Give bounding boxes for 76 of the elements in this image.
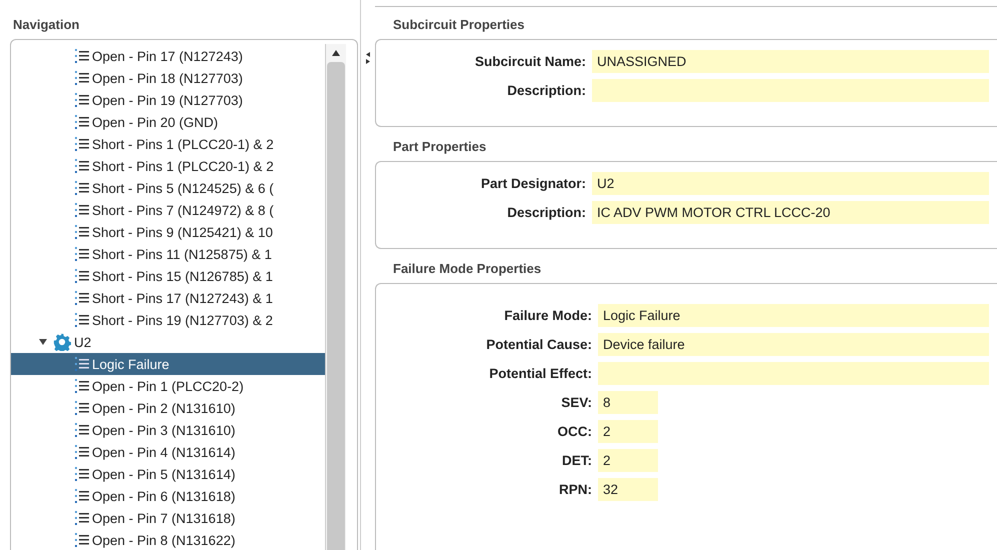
- input-field[interactable]: Device failure: [598, 333, 989, 356]
- tree-item[interactable]: Short - Pins 1 (PLCC20-1) & 2: [11, 155, 325, 177]
- list-icon: [74, 48, 90, 64]
- tree-item[interactable]: U2: [74, 334, 92, 350]
- list-icon: [74, 510, 90, 526]
- section-title: Failure Mode Properties: [392, 260, 542, 278]
- field-label: Failure Mode:: [503, 308, 593, 323]
- collapse-arrows-icon[interactable]: [366, 52, 370, 64]
- tree-item[interactable]: Open - Pin 8 (N131622): [11, 529, 325, 550]
- list-icon: [74, 444, 90, 460]
- scroll-up-icon[interactable]: [332, 50, 340, 56]
- field-label: RPN:: [558, 482, 593, 497]
- list-icon: [74, 532, 90, 548]
- tree-item[interactable]: Open - Pin 5 (N131614): [11, 463, 325, 485]
- list-icon: [74, 92, 90, 108]
- field-label: OCC:: [556, 424, 593, 439]
- tree-item[interactable]: Open - Pin 18 (N127703): [11, 67, 325, 89]
- input-field[interactable]: 8: [598, 391, 658, 414]
- list-icon: [74, 290, 90, 306]
- tree-item[interactable]: Short - Pins 15 (N126785) & 1: [11, 265, 325, 287]
- list-icon: [74, 422, 90, 438]
- field-label: Description:: [506, 205, 587, 220]
- list-icon: [74, 400, 90, 416]
- list-icon: [74, 378, 90, 394]
- tree-item[interactable]: Short - Pins 1 (PLCC20-1) & 2: [11, 133, 325, 155]
- section-title: Subcircuit Properties: [392, 16, 526, 34]
- input-field[interactable]: 2: [598, 420, 658, 443]
- list-icon: [74, 158, 90, 174]
- list-icon: [74, 136, 90, 152]
- field-label: Potential Effect:: [488, 366, 593, 381]
- section-title: Part Properties: [392, 138, 488, 156]
- list-icon: [74, 246, 90, 262]
- caret-icon[interactable]: [39, 338, 47, 346]
- list-icon: [74, 224, 90, 240]
- gear-icon: [53, 333, 71, 351]
- list-icon: [74, 488, 90, 504]
- field-label: Potential Cause:: [485, 337, 593, 352]
- tree-item[interactable]: Short - Pins 7 (N124972) & 8 (: [11, 199, 325, 221]
- list-icon: [74, 180, 90, 196]
- input-field[interactable]: [592, 79, 989, 102]
- tree-item[interactable]: Open - Pin 3 (N131610): [11, 419, 325, 441]
- tree-item[interactable]: Short - Pins 17 (N127243) & 1: [11, 287, 325, 309]
- tree-item[interactable]: Open - Pin 2 (N131610): [11, 397, 325, 419]
- input-field[interactable]: 2: [598, 449, 658, 472]
- tree-item[interactable]: Open - Pin 1 (PLCC20-2): [11, 375, 325, 397]
- list-icon: [74, 312, 90, 328]
- tree-item[interactable]: Short - Pins 9 (N125421) & 10: [11, 221, 325, 243]
- tree-item[interactable]: Open - Pin 6 (N131618): [11, 485, 325, 507]
- tree-item[interactable]: Short - Pins 19 (N127703) & 2: [11, 309, 325, 331]
- field-label: DET:: [561, 453, 593, 468]
- input-field[interactable]: U2: [592, 172, 989, 195]
- list-icon: [74, 70, 90, 86]
- list-icon: [74, 202, 90, 218]
- list-icon: [74, 268, 90, 284]
- tree-item[interactable]: Open - Pin 7 (N131618): [11, 507, 325, 529]
- list-icon: [74, 114, 90, 130]
- field-label: Description:: [506, 83, 587, 98]
- tree-item[interactable]: Open - Pin 4 (N131614): [11, 441, 325, 463]
- field-label: Part Designator:: [480, 176, 587, 191]
- field-label: Subcircuit Name:: [474, 54, 587, 69]
- panel-title: Navigation: [12, 16, 80, 34]
- input-field[interactable]: UNASSIGNED: [592, 50, 989, 73]
- tree-item[interactable]: Logic Failure: [11, 353, 325, 375]
- tree-item[interactable]: Open - Pin 20 (GND): [11, 111, 325, 133]
- input-field[interactable]: 32: [598, 478, 658, 501]
- tree-item[interactable]: Short - Pins 5 (N124525) & 6 (: [11, 177, 325, 199]
- input-field[interactable]: Logic Failure: [598, 304, 989, 327]
- tree-item[interactable]: Open - Pin 19 (N127703): [11, 89, 325, 111]
- list-icon: [74, 466, 90, 482]
- tree-item[interactable]: Short - Pins 11 (N125875) & 1: [11, 243, 325, 265]
- field-label: SEV:: [560, 395, 593, 410]
- scrollbar[interactable]: [325, 44, 346, 550]
- input-field[interactable]: [598, 362, 989, 385]
- tree-item[interactable]: Open - Pin 17 (N127243): [11, 45, 325, 67]
- input-field[interactable]: IC ADV PWM MOTOR CTRL LCCC-20: [592, 201, 989, 224]
- list-icon: [74, 356, 90, 372]
